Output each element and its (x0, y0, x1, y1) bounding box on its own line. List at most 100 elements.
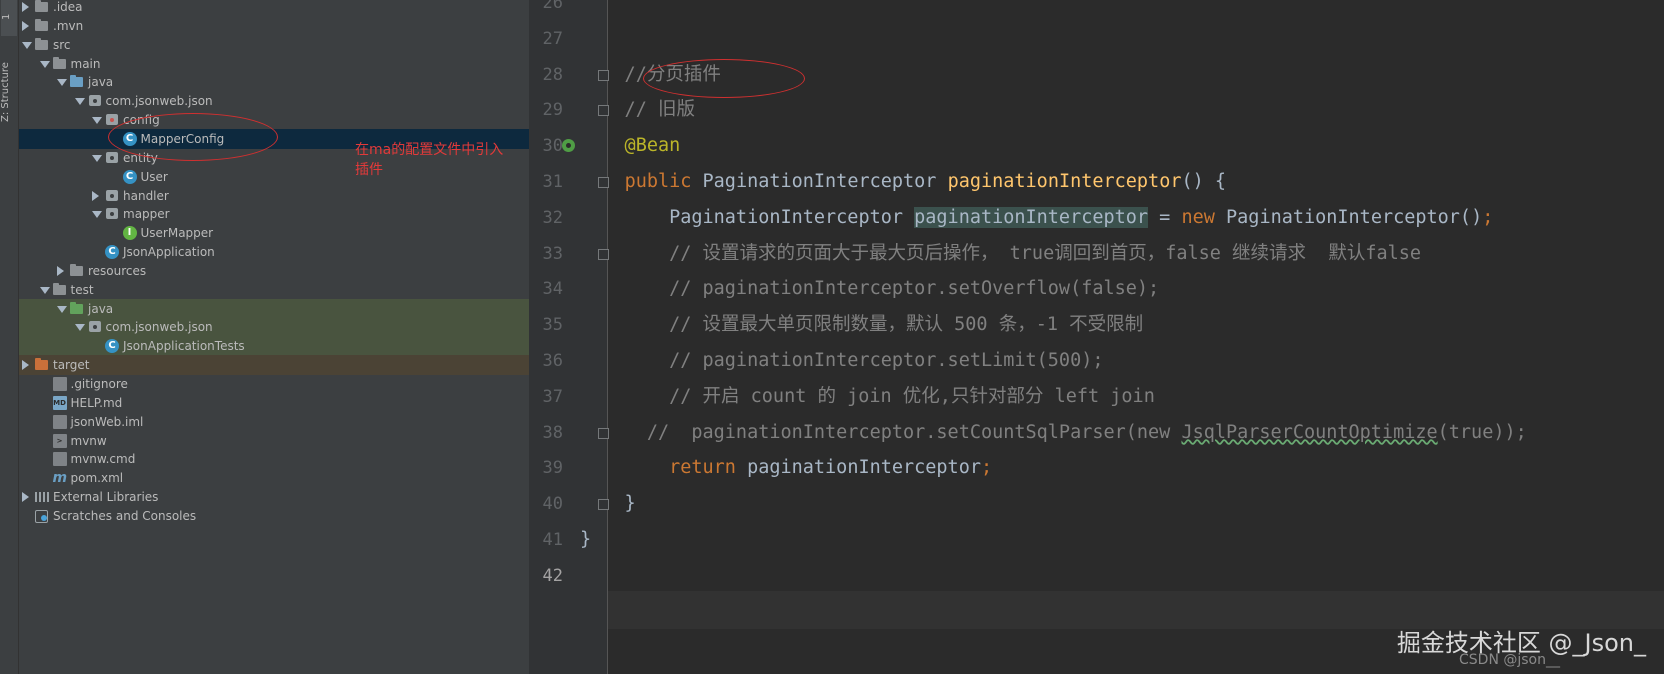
source-folder-icon (70, 75, 84, 89)
tree-item[interactable]: jsonWeb.iml (19, 412, 529, 432)
tree-item[interactable]: src (19, 35, 529, 55)
tree-item[interactable]: com.jsonweb.json (19, 91, 529, 111)
code-token: // paginationInterceptor.setCountSqlPars… (580, 421, 1182, 443)
code-token: paginationInterceptor (735, 457, 981, 479)
expand-arrow-icon[interactable] (92, 211, 102, 219)
code-token: paginationInterceptor (947, 171, 1182, 192)
folder-icon (52, 56, 67, 71)
code-line[interactable]: // 设置请求的页面大于最大页后操作， true调回到首页，false 继续请求… (580, 235, 1421, 273)
tree-item[interactable]: C JsonApplicationTests (19, 336, 529, 357)
code-token: = (1148, 206, 1182, 228)
folder-icon (52, 282, 67, 297)
folder-icon (35, 0, 49, 14)
code-token: public (624, 171, 692, 192)
tree-item-label: target (53, 358, 90, 373)
code-line[interactable]: // 设置最大单页限制数量，默认 500 条，-1 不受限制 (580, 306, 1143, 344)
line-number: 30 (542, 136, 563, 157)
collapse-arrow-icon[interactable] (92, 190, 99, 201)
code-line[interactable]: // paginationInterceptor.setCountSqlPars… (580, 414, 1527, 452)
tree-item[interactable]: MD HELP.md (19, 393, 529, 413)
tree-item[interactable]: handler (19, 186, 529, 206)
expand-arrow-icon[interactable] (39, 286, 50, 294)
tree-item[interactable]: resources (19, 261, 529, 281)
tree-item[interactable]: .mvn (19, 16, 529, 36)
tree-item[interactable]: Scratches and Consoles (19, 506, 529, 526)
maven-file-icon: m (52, 470, 68, 487)
expand-arrow-icon[interactable] (92, 117, 102, 125)
watermark-csdn: CSDN @json__ (1459, 652, 1560, 668)
code-editor[interactable]: 26 27 28 //分页插件 29 // 旧版 30 @Bean 31 public P… (529, 0, 1664, 674)
code-line[interactable]: // paginationInterceptor.setOverflow(fal… (580, 270, 1159, 308)
code-line[interactable]: } (580, 485, 636, 523)
line-number: 38 (542, 422, 563, 443)
project-tool-tab[interactable]: 1 (1, 0, 17, 36)
tree-item[interactable]: java (19, 72, 529, 92)
tree-item[interactable]: > mvnw (19, 431, 529, 451)
code-line[interactable]: } (580, 521, 591, 559)
tree-item-label: Scratches and Consoles (53, 508, 197, 523)
tree-item-label: jsonWeb.iml (70, 414, 144, 429)
tree-item-label: mapper (123, 207, 170, 222)
tree-item[interactable]: mvnw.cmd (19, 449, 529, 469)
code-token: // paginationInterceptor.setLimit(500); (580, 350, 1104, 371)
tree-item[interactable]: .gitignore (19, 374, 529, 394)
expand-arrow-icon[interactable] (22, 41, 32, 49)
line-number: 42 (542, 565, 563, 586)
line-number: 28 (542, 64, 563, 85)
code-line[interactable]: public PaginationInterceptor paginationI… (580, 163, 1226, 201)
structure-tool-tab[interactable]: Z: Structure (0, 42, 18, 122)
module-file-icon (52, 414, 67, 429)
tree-item[interactable]: .idea (19, 0, 529, 17)
code-line[interactable]: // paginationInterceptor.setLimit(500); (580, 342, 1103, 380)
collapse-arrow-icon[interactable] (22, 20, 29, 31)
tree-item[interactable]: config (19, 110, 529, 130)
tree-item[interactable]: com.jsonweb.json (19, 317, 529, 338)
tree-item[interactable]: test (19, 280, 529, 300)
expand-arrow-icon[interactable] (92, 154, 102, 162)
tree-item-label: main (70, 56, 101, 71)
code-token: PaginationInterceptor (691, 171, 948, 192)
expand-arrow-icon[interactable] (57, 79, 67, 87)
resources-folder-icon (70, 263, 84, 278)
line-number: 37 (542, 386, 563, 407)
tree-item[interactable]: C JsonApplication (19, 242, 529, 262)
collapse-arrow-icon[interactable] (22, 492, 29, 503)
expand-arrow-icon[interactable] (57, 305, 67, 313)
collapse-arrow-icon[interactable] (22, 360, 29, 371)
code-line[interactable]: @Bean (580, 127, 681, 165)
tree-item[interactable]: I UserMapper (19, 223, 529, 243)
package-icon (105, 189, 119, 203)
class-icon: C (122, 169, 137, 184)
package-icon (88, 320, 102, 334)
line-number: 32 (542, 207, 563, 228)
spring-bean-gutter-icon[interactable] (562, 137, 580, 155)
line-number: 31 (542, 172, 563, 192)
tree-item[interactable]: target (19, 355, 529, 376)
code-token: () { (1181, 171, 1227, 192)
package-icon (88, 94, 102, 108)
code-line[interactable]: // 旧版 (580, 91, 695, 129)
markdown-file-icon: MD (52, 395, 67, 410)
tree-item-label: com.jsonweb.json (105, 320, 213, 335)
code-token: PaginationInterceptor (580, 206, 915, 228)
tree-item[interactable]: External Libraries (19, 487, 529, 507)
code-line[interactable]: // 开启 count 的 join 优化,只针对部分 left join (580, 378, 1155, 416)
tree-item[interactable]: m pom.xml (19, 468, 529, 488)
expand-arrow-icon[interactable] (74, 324, 85, 332)
test-source-folder-icon (70, 301, 84, 316)
code-line[interactable]: PaginationInterceptor paginationIntercep… (580, 199, 1493, 237)
expand-arrow-icon[interactable] (39, 60, 50, 68)
tree-item[interactable]: java (19, 298, 529, 319)
spring-boot-class-icon: C (105, 245, 119, 260)
expand-arrow-icon[interactable] (74, 98, 85, 106)
line-number: 41 (542, 530, 563, 550)
library-icon (35, 490, 49, 504)
tree-item-label: java (88, 75, 114, 90)
tree-item[interactable]: main (19, 54, 529, 74)
tree-item-label: mvnw.cmd (70, 452, 136, 467)
tree-item[interactable]: mapper (19, 204, 529, 224)
collapse-arrow-icon[interactable] (57, 265, 64, 276)
collapse-arrow-icon[interactable] (22, 2, 29, 12)
code-line[interactable]: return paginationInterceptor; (580, 449, 992, 487)
